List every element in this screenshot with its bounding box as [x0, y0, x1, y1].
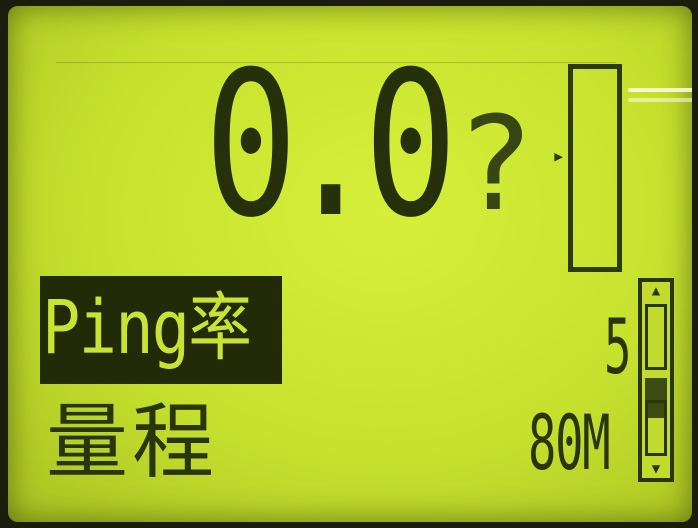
ping-rate-menu-item[interactable]: Ping率 — [42, 276, 252, 380]
screen-glare — [628, 88, 692, 92]
signal-level-bar — [568, 64, 622, 272]
ping-rate-value: 5 — [604, 302, 632, 391]
menu-scrollbar[interactable]: ▲ ▼ — [638, 278, 674, 482]
lcd-screen: 0.0 ? ▸ Ping率 量程 5 80M ▲ ▼ — [8, 6, 692, 522]
scroll-up-icon[interactable]: ▲ — [642, 282, 670, 300]
range-menu-item[interactable]: 量程 — [46, 388, 218, 498]
scroll-thumb-top — [645, 304, 667, 370]
scroll-thumb-bottom — [645, 400, 667, 456]
pointer-icon: ▸ — [552, 144, 566, 169]
scroll-down-icon[interactable]: ▼ — [642, 460, 670, 478]
range-value: 80M — [528, 398, 611, 487]
depth-reading: 0.0 — [204, 29, 458, 262]
unknown-unit-symbol: ? — [456, 88, 535, 240]
